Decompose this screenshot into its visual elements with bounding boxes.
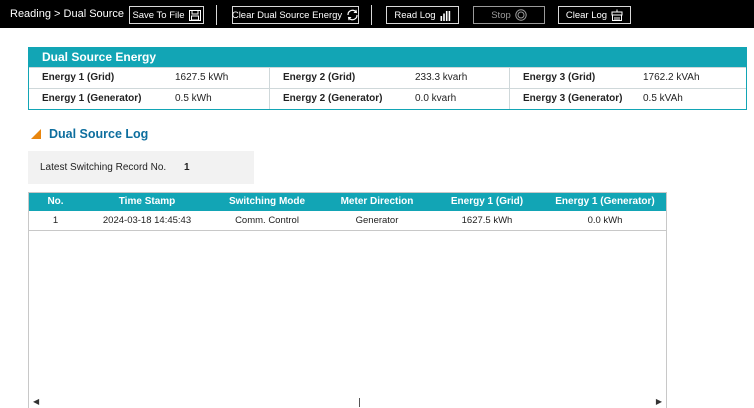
bar-chart-icon xyxy=(440,10,451,21)
clear-dual-source-energy-button[interactable]: Clear Dual Source Energy xyxy=(232,6,359,24)
latest-record-value: 1 xyxy=(184,162,190,173)
column-header: No. xyxy=(47,196,64,207)
stop-button[interactable]: Stop xyxy=(473,6,545,24)
latest-record-label: Latest Switching Record No. xyxy=(40,162,167,173)
column-header: Energy 1 (Grid) xyxy=(450,196,524,207)
energy-value: 0.5 kWh xyxy=(175,93,212,104)
log-title: Dual Source Log xyxy=(49,127,149,141)
panel-title: Dual Source Energy xyxy=(29,48,746,67)
table-cell: Comm. Control xyxy=(235,215,299,226)
table-cell: 2024-03-18 14:45:43 xyxy=(102,215,192,226)
energy-value: 0.5 kVAh xyxy=(643,93,683,104)
energy-value: 0.0 kvarh xyxy=(415,93,457,104)
table-cell: 1627.5 kWh xyxy=(461,215,513,226)
toolbar-separator xyxy=(216,5,217,25)
log-table[interactable]: No. Time Stamp Switching Mode Meter Dire… xyxy=(28,192,667,408)
read-log-button[interactable]: Read Log xyxy=(386,6,459,24)
log-section-title: Dual Source Log xyxy=(31,125,148,143)
column-divider xyxy=(269,67,270,109)
floppy-disk-icon xyxy=(188,9,201,21)
clear-energy-label: Clear Dual Source Energy xyxy=(231,9,343,21)
column-header: Switching Mode xyxy=(228,196,306,207)
energy-label: Energy 1 (Grid) xyxy=(42,72,115,83)
table-header: No. Time Stamp Switching Mode Meter Dire… xyxy=(29,193,666,211)
table-cell: 0.0 kWh xyxy=(587,215,623,226)
read-log-label: Read Log xyxy=(394,9,436,21)
clear-log-button[interactable]: Clear Log xyxy=(558,6,631,24)
column-header: Meter Direction xyxy=(340,196,414,207)
clear-log-label: Clear Log xyxy=(565,9,608,21)
energy-label: Energy 2 (Grid) xyxy=(283,72,356,83)
scroll-left-arrow-icon[interactable]: ◀ xyxy=(33,397,39,406)
energy-value: 1627.5 kWh xyxy=(175,72,229,83)
clear-log-icon xyxy=(611,9,623,21)
breadcrumb: Reading > Dual Source xyxy=(10,8,125,20)
stop-circle-icon xyxy=(515,9,527,21)
dual-source-energy-panel: Dual Source Energy Energy 1 (Grid) 1627.… xyxy=(28,47,747,110)
energy-label: Energy 3 (Grid) xyxy=(523,72,596,83)
column-header: Energy 1 (Generator) xyxy=(555,196,655,207)
energy-value: 1762.2 kVAh xyxy=(643,72,700,83)
scroll-right-arrow-icon[interactable]: ▶ xyxy=(656,397,662,406)
toolbar: Reading > Dual Source Save To File Clear… xyxy=(0,0,754,28)
column-header: Time Stamp xyxy=(118,196,176,207)
toolbar-separator xyxy=(371,5,372,25)
energy-value: 233.3 kvarh xyxy=(415,72,468,83)
energy-row: Energy 1 (Generator) 0.5 kWh Energy 2 (G… xyxy=(29,88,746,109)
column-divider xyxy=(509,67,510,109)
save-to-file-button[interactable]: Save To File xyxy=(129,6,204,24)
energy-label: Energy 2 (Generator) xyxy=(283,93,383,104)
table-cell: Generator xyxy=(355,215,399,226)
energy-label: Energy 3 (Generator) xyxy=(523,93,623,104)
energy-label: Energy 1 (Generator) xyxy=(42,93,142,104)
table-row[interactable]: 1 2024-03-18 14:45:43 Comm. Control Gene… xyxy=(29,211,666,231)
refresh-icon xyxy=(346,9,359,21)
table-cell: 1 xyxy=(52,215,59,226)
energy-row: Energy 1 (Grid) 1627.5 kWh Energy 2 (Gri… xyxy=(29,67,746,88)
latest-record: Latest Switching Record No. 1 xyxy=(28,151,254,184)
section-marker-icon xyxy=(31,129,41,139)
stop-label: Stop xyxy=(491,9,511,21)
save-to-file-label: Save To File xyxy=(132,9,185,21)
scrollbar-thumb[interactable] xyxy=(359,398,360,407)
